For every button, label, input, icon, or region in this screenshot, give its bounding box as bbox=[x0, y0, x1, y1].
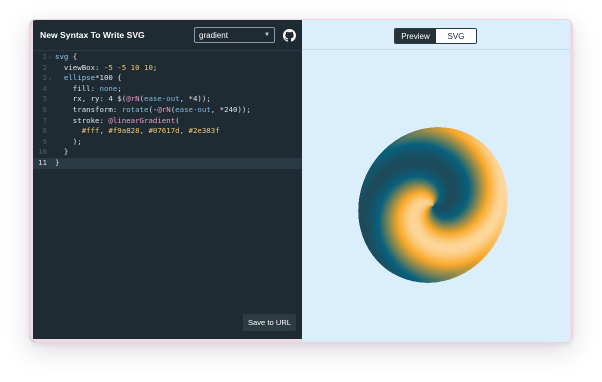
line-number: 3 bbox=[42, 73, 47, 83]
code-line[interactable]: 5 rx, ry: 4 $(@rN(ease-out, *4)); bbox=[33, 94, 302, 105]
code-token: rx, ry: 4 $( bbox=[55, 94, 127, 104]
line-number: 11 bbox=[38, 157, 47, 167]
code-token: fill: bbox=[55, 83, 100, 93]
app-window: New Syntax To Write SVG gradient ▼ 1 ⌄ svg… bbox=[30, 20, 572, 342]
code-token: @rN bbox=[126, 94, 140, 104]
code-text: } bbox=[53, 147, 68, 158]
view-tabs: Preview SVG bbox=[394, 28, 477, 44]
code-token: @rN bbox=[157, 104, 171, 114]
code-text: svg { bbox=[53, 52, 77, 63]
code-line[interactable]: 6 transform: rotate(-@rN(ease-out, *240)… bbox=[33, 105, 302, 116]
code-token: svg bbox=[55, 52, 69, 61]
line-number: 6 bbox=[42, 104, 47, 114]
line-number: 8 bbox=[42, 126, 47, 136]
code-token: ease-out bbox=[144, 94, 180, 104]
code-text: fill: none; bbox=[53, 84, 122, 95]
code-token: ( bbox=[175, 115, 180, 125]
code-token: { bbox=[68, 52, 78, 61]
code-line[interactable]: 11} bbox=[33, 157, 302, 169]
line-number: 9 bbox=[42, 136, 47, 146]
code-token: , *240)); bbox=[210, 104, 251, 114]
divider bbox=[302, 49, 570, 50]
code-text: viewBox: -5 -5 10 10; bbox=[53, 63, 157, 74]
code-text: #fff, #f9a828, #07617d, #2e383f bbox=[53, 126, 220, 137]
code-token: ; bbox=[117, 83, 122, 93]
github-icon[interactable] bbox=[283, 28, 296, 42]
editor-panel: New Syntax To Write SVG gradient ▼ 1 ⌄ svg… bbox=[30, 20, 302, 342]
line-number: 4 bbox=[42, 83, 47, 93]
line-number: 5 bbox=[42, 94, 47, 104]
code-token: -5 -5 10 10 bbox=[103, 62, 153, 72]
code-token: none bbox=[99, 83, 118, 93]
code-token: transform: bbox=[55, 104, 122, 114]
code-line[interactable]: 1 ⌄ svg { bbox=[33, 52, 302, 63]
line-number: 2 bbox=[42, 62, 47, 72]
example-select[interactable]: gradient ▼ bbox=[194, 27, 275, 43]
code-token: ; bbox=[152, 62, 158, 72]
code-token: ); bbox=[55, 136, 82, 146]
code-token: , *4)); bbox=[179, 94, 211, 104]
svg-render-output bbox=[358, 127, 508, 283]
code-token: ease-out bbox=[175, 104, 211, 114]
code-line[interactable]: 8 #fff, #f9a828, #07617d, #2e383f bbox=[33, 126, 302, 137]
line-number: 10 bbox=[38, 147, 47, 157]
code-line[interactable]: 10 } bbox=[33, 147, 302, 158]
save-to-url-button[interactable]: Save to URL bbox=[243, 314, 296, 331]
chevron-down-icon: ▼ bbox=[264, 32, 270, 38]
code-token: viewBox: bbox=[55, 62, 104, 72]
code-token: #fff, #f9a828, #07617d, #2e383f bbox=[81, 126, 220, 136]
code-token: @linearGradient bbox=[108, 115, 176, 125]
code-token: } bbox=[55, 147, 69, 157]
code-text: ); bbox=[53, 137, 82, 148]
code-text: rx, ry: 4 $(@rN(ease-out, *4)); bbox=[53, 94, 211, 105]
code-editor[interactable]: 1 ⌄ svg {2 viewBox: -5 -5 10 10; 3 ⌄ ellipse… bbox=[33, 52, 302, 169]
code-text: ellipse*100 { bbox=[53, 73, 122, 84]
editor-header: New Syntax To Write SVG gradient ▼ bbox=[33, 20, 302, 51]
line-number: 1 bbox=[42, 52, 47, 61]
code-token: rotate bbox=[121, 104, 149, 114]
code-token: stroke: bbox=[55, 115, 109, 125]
code-token: ellipse bbox=[63, 73, 96, 83]
tab-svg[interactable]: SVG bbox=[436, 29, 476, 43]
code-text: stroke: @linearGradient( bbox=[53, 116, 180, 127]
app-title: New Syntax To Write SVG bbox=[40, 30, 145, 40]
line-number: 7 bbox=[42, 115, 47, 125]
example-select-value: gradient bbox=[199, 30, 228, 40]
preview-panel: Preview SVG bbox=[302, 20, 572, 342]
code-token: } bbox=[55, 157, 60, 167]
code-line[interactable]: 2 viewBox: -5 -5 10 10; bbox=[33, 63, 302, 74]
code-token: *100 { bbox=[95, 73, 122, 83]
code-text: } bbox=[53, 158, 59, 169]
tab-preview[interactable]: Preview bbox=[395, 29, 436, 43]
code-line[interactable]: 4 fill: none; bbox=[33, 84, 302, 95]
code-line[interactable]: 9 ); bbox=[33, 137, 302, 148]
code-text: transform: rotate(-@rN(ease-out, *240)); bbox=[53, 105, 251, 116]
code-line[interactable]: 7 stroke: @linearGradient( bbox=[33, 116, 302, 127]
code-line[interactable]: 3 ⌄ ellipse*100 { bbox=[33, 73, 302, 84]
